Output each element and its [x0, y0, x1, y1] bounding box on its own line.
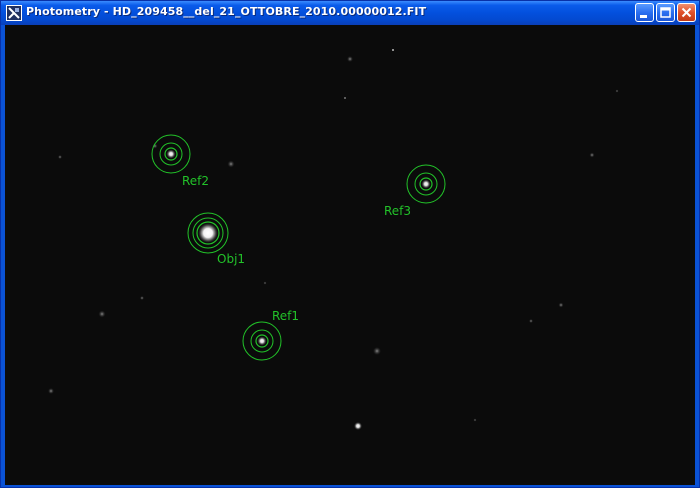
aperture-obj1[interactable] — [187, 212, 229, 254]
faint-star — [347, 56, 353, 62]
faint-star — [263, 281, 267, 285]
reference-star — [166, 149, 176, 159]
minimize-button[interactable] — [635, 3, 654, 22]
photometry-window: Photometry - HD_209458__del_21_OTTOBRE_2… — [0, 0, 700, 488]
faint-star — [48, 388, 54, 394]
aperture-label-ref1: Ref1 — [272, 309, 300, 323]
image-canvas[interactable]: Obj1 Ref1 Ref2 Ref3 — [5, 25, 695, 485]
faint-star — [529, 319, 533, 323]
faint-star — [558, 302, 564, 308]
faint-star — [354, 422, 362, 430]
faint-star — [58, 155, 62, 159]
aperture-label-ref3: Ref3 — [384, 204, 412, 218]
faint-star — [615, 89, 619, 93]
maximize-icon — [660, 7, 671, 18]
faint-star — [98, 310, 106, 318]
aperture-ref2[interactable] — [151, 134, 191, 174]
faint-star — [227, 160, 235, 168]
faint-star — [589, 152, 595, 158]
faint-star — [140, 296, 144, 300]
close-button[interactable] — [677, 3, 696, 22]
reference-star — [421, 179, 431, 189]
faint-star — [392, 49, 394, 51]
close-icon — [681, 7, 692, 18]
photometry-app-icon[interactable] — [6, 5, 22, 21]
title-bar[interactable]: Photometry - HD_209458__del_21_OTTOBRE_2… — [1, 1, 699, 25]
aperture-ref1[interactable] — [242, 321, 282, 361]
target-star — [198, 223, 218, 243]
aperture-label-obj1: Obj1 — [217, 252, 246, 266]
reference-star — [257, 336, 267, 346]
star-field — [48, 49, 619, 430]
window-title: Photometry - HD_209458__del_21_OTTOBRE_2… — [26, 5, 427, 18]
faint-stars — [48, 49, 619, 430]
faint-star — [473, 418, 477, 422]
faint-star — [373, 347, 381, 355]
minimize-icon — [640, 15, 647, 18]
faint-star — [344, 97, 346, 99]
aperture-ref3[interactable] — [406, 164, 446, 204]
aperture-label-ref2: Ref2 — [182, 174, 210, 188]
maximize-button[interactable] — [656, 3, 675, 22]
